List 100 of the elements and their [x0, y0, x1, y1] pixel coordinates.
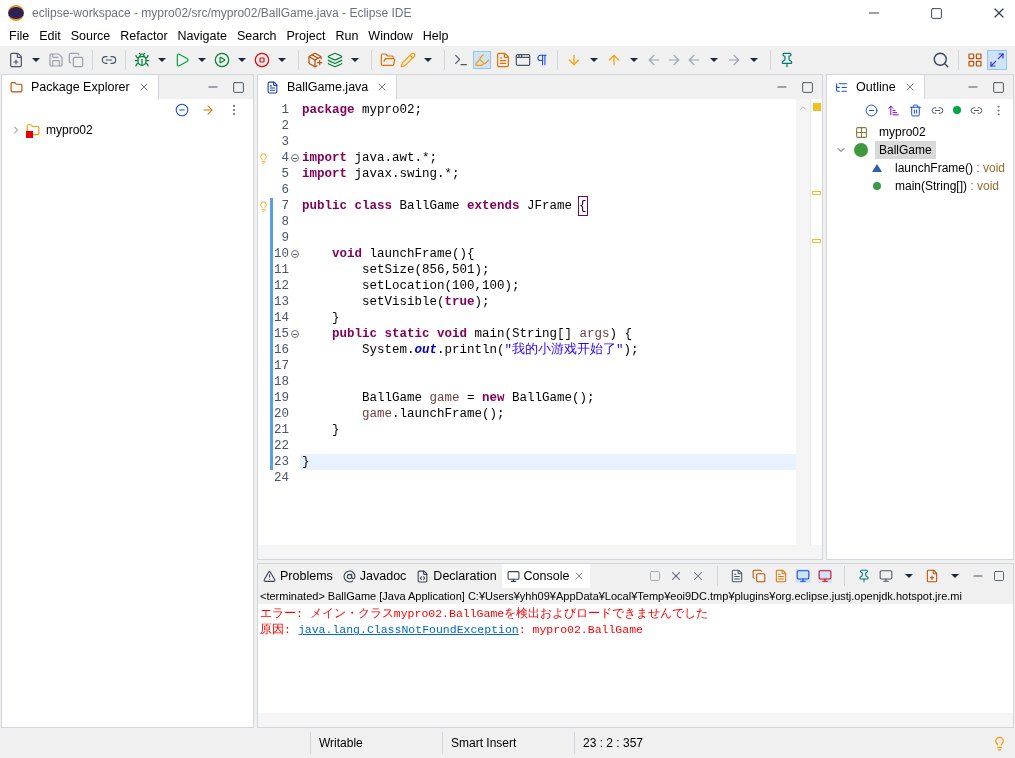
- menu-item[interactable]: Navigate: [172, 26, 232, 46]
- remove-all-icon[interactable]: [691, 569, 705, 583]
- caret-icon[interactable]: [158, 58, 166, 62]
- view-tab[interactable]: Problems: [258, 564, 338, 588]
- save-icon[interactable]: [48, 52, 64, 68]
- code-text: public: [331, 325, 377, 343]
- display-console-icon[interactable]: [879, 569, 893, 583]
- menu-item[interactable]: Refactor: [115, 26, 173, 46]
- code-text: extends: [466, 197, 520, 215]
- menu-item[interactable]: Run: [330, 26, 364, 46]
- pin-console-icon[interactable]: [857, 569, 871, 583]
- tree-item[interactable]: mypro02: [46, 121, 93, 139]
- collapse-all-icon[interactable]: [865, 103, 878, 117]
- menu-item[interactable]: File: [4, 26, 35, 46]
- code-text: {: [579, 196, 587, 216]
- caret-icon[interactable]: [424, 58, 432, 62]
- code-text: .launchFrame();: [392, 405, 505, 423]
- maximize-button[interactable]: [992, 80, 1005, 94]
- menu-item[interactable]: Search: [231, 26, 282, 46]
- run-icon[interactable]: [174, 52, 190, 68]
- warning-marker: [812, 239, 821, 243]
- outline-item[interactable]: launchFrame() : void: [891, 159, 1010, 177]
- caret-icon[interactable]: [710, 58, 718, 62]
- console-text: 原因:: [260, 622, 291, 639]
- remove-launch-icon[interactable]: [669, 569, 683, 583]
- caret-icon[interactable]: [198, 58, 206, 62]
- problems-icon: [263, 569, 276, 583]
- line-number: 2: [280, 117, 289, 135]
- link-editor-icon[interactable]: [201, 103, 215, 117]
- new-file-icon[interactable]: [8, 52, 24, 68]
- code-text: game: [428, 389, 460, 407]
- terminal-icon[interactable]: [453, 52, 469, 68]
- maximize-button[interactable]: [801, 80, 814, 94]
- pin-icon[interactable]: [779, 52, 795, 68]
- status-text: Smart Insert: [442, 732, 574, 754]
- view-tab[interactable]: Declaration: [411, 564, 502, 588]
- view-tab[interactable]: Javadoc: [337, 564, 412, 588]
- open-perspective-icon[interactable]: [967, 52, 983, 68]
- caret-icon[interactable]: [951, 574, 959, 578]
- menu-item[interactable]: Help: [417, 26, 454, 46]
- warning-marker: [812, 191, 821, 195]
- package-icon: [854, 125, 868, 139]
- show-output-icon[interactable]: [796, 569, 810, 583]
- line-number: 10: [273, 245, 289, 263]
- save-all-icon[interactable]: [68, 52, 84, 68]
- static-method-icon: [873, 182, 881, 190]
- code-text: setVisible(: [361, 293, 445, 311]
- code-text: public: [302, 197, 347, 215]
- line-number: 16: [273, 341, 289, 359]
- java-perspective-icon[interactable]: [989, 52, 1005, 68]
- code-text: );: [474, 293, 490, 311]
- caret-icon[interactable]: [351, 58, 359, 62]
- show-error-icon[interactable]: [818, 569, 832, 583]
- clear-console-icon[interactable]: [730, 569, 744, 583]
- open-console-icon[interactable]: [925, 569, 939, 583]
- panel-tab[interactable]: Package Explorer: [2, 75, 159, 99]
- caret-icon[interactable]: [590, 58, 598, 62]
- line-number: 15: [273, 325, 289, 343]
- caret-icon[interactable]: [32, 58, 40, 62]
- pilcrow-icon[interactable]: [535, 53, 549, 67]
- caret-icon[interactable]: [278, 58, 286, 62]
- outline-item[interactable]: BallGame: [875, 141, 936, 159]
- code-text: new: [481, 389, 505, 407]
- bug-icon[interactable]: [134, 52, 150, 68]
- caret-icon[interactable]: [750, 58, 758, 62]
- caret-icon[interactable]: [905, 574, 913, 578]
- window-title: eclipse-workspace - mypro02/src/mypro02/BallGame.java - Eclipse IDE: [32, 5, 413, 22]
- status-text: Writable: [310, 732, 442, 754]
- menu-item[interactable]: Project: [281, 26, 331, 46]
- caret-icon[interactable]: [238, 58, 246, 62]
- horizontal-scrollbar[interactable]: [258, 545, 822, 559]
- public-icon[interactable]: [953, 106, 961, 114]
- caret-icon[interactable]: [630, 58, 638, 62]
- menu-item[interactable]: Edit: [34, 26, 66, 46]
- editor-tab[interactable]: BallGame.java: [258, 75, 398, 99]
- code-text: void: [436, 325, 468, 343]
- code-text: javax.swing.*;: [353, 165, 460, 183]
- code-text: launchFrame(){: [368, 245, 475, 263]
- console-text: : mypro02.BallGame: [518, 622, 643, 639]
- line-number: 12: [273, 277, 289, 295]
- outline-item[interactable]: main(String[]) : void: [891, 177, 1004, 195]
- code-text: import: [302, 149, 347, 167]
- menu-item[interactable]: Window: [363, 26, 418, 46]
- search-icon[interactable]: [932, 51, 950, 69]
- maximize-button[interactable]: [232, 80, 245, 94]
- code-text: void: [331, 245, 362, 263]
- outline-item[interactable]: mypro02: [875, 123, 930, 141]
- sort-icon[interactable]: [887, 103, 900, 117]
- collapse-all-icon[interactable]: [175, 103, 189, 117]
- horizontal-scrollbar[interactable]: [258, 713, 1013, 727]
- maximize-button[interactable]: [993, 570, 1005, 582]
- panel-tab[interactable]: Outline: [827, 75, 925, 99]
- coverage-icon[interactable]: [214, 52, 230, 68]
- exception-link[interactable]: java.lang.ClassNotFoundException: [297, 621, 519, 639]
- code-text: import: [302, 165, 347, 183]
- maximize-window-button[interactable]: [930, 6, 943, 20]
- view-tab[interactable]: Console: [501, 564, 591, 588]
- new-package-icon[interactable]: [307, 52, 323, 68]
- menu-item[interactable]: Source: [65, 26, 116, 46]
- code-text: setLocation(100,100);: [361, 277, 520, 295]
